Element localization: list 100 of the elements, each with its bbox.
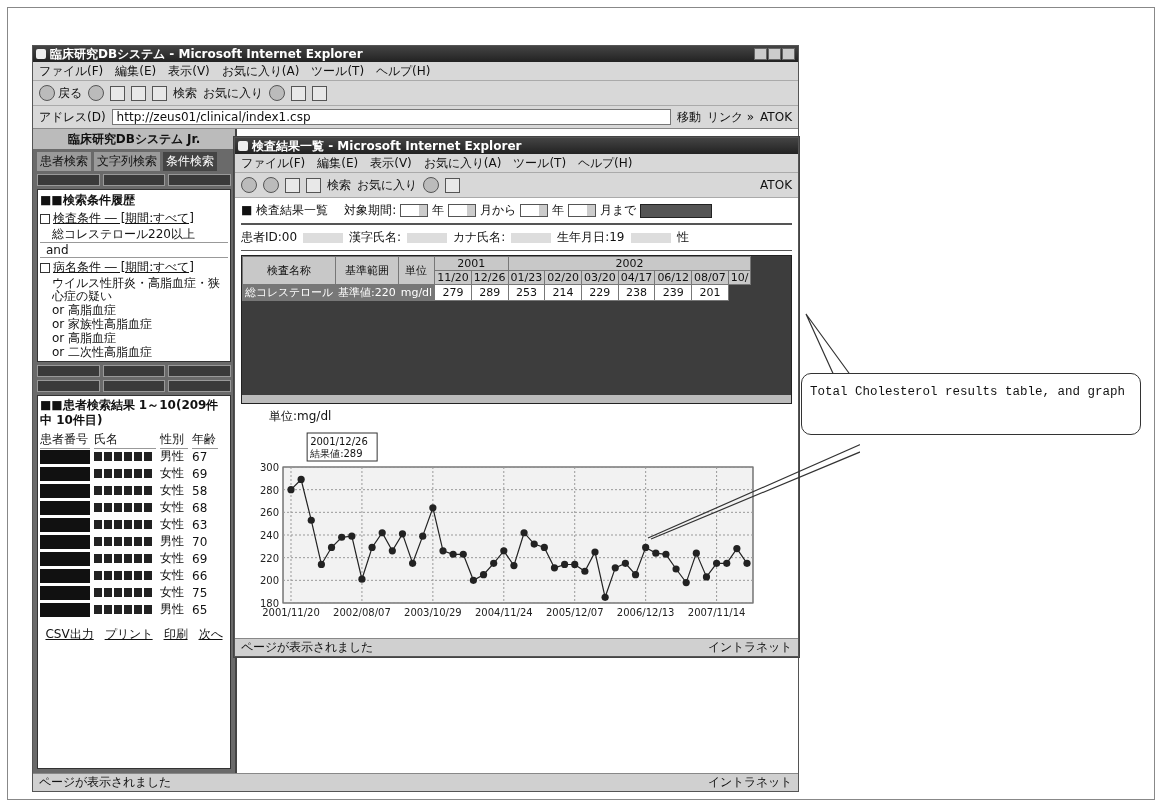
y-tick-label: 240 (259, 530, 279, 541)
table-cell-text: 男性 (160, 533, 185, 550)
menu-item[interactable]: 編集(E) (317, 155, 359, 171)
table-cell-text: 女性 (160, 499, 185, 516)
x-tick-label: 2007/11/14 (687, 607, 746, 618)
table-cell-text: 63 (192, 517, 209, 532)
address-field[interactable]: http://zeus01/clinical/index1.csp (111, 109, 671, 125)
condition-item: or 家族性高脂血症 (51, 318, 154, 331)
menu-item[interactable]: お気に入り(A) (423, 155, 502, 171)
column-header: 患者番号 (40, 431, 90, 449)
table-cell-text: 男性 (160, 448, 185, 465)
x-tick-label: 2006/12/13 (616, 607, 675, 618)
table-cell-text: 女性 (160, 550, 185, 567)
unit-label: 月から (480, 202, 517, 219)
x-tick-label: 2003/10/29 (404, 607, 462, 618)
info-label: 生年月日:19 (557, 229, 625, 246)
y-tick-label: 300 (259, 462, 279, 473)
chart-unit: 単位:mg/dl (268, 408, 333, 425)
table-cell-text: 58 (192, 483, 209, 498)
back-button[interactable]: 戻る (39, 84, 82, 102)
favorites-button[interactable]: お気に入り (357, 176, 417, 194)
table-cell-text: 女性 (160, 516, 185, 533)
menu-item[interactable]: ヘルプ(H) (578, 155, 633, 171)
y-tick-label: 260 (259, 507, 279, 519)
search-button[interactable]: 検索 (173, 84, 197, 102)
x-tick-label: 2002/08/07 (333, 607, 391, 618)
year-header: 2002 (508, 256, 751, 271)
menu-item[interactable]: 編集(E) (115, 63, 157, 79)
panel-header: ■■患者検索結果 1～10(209件中 10件目) (40, 398, 220, 428)
table-cell-text: 69 (192, 551, 209, 566)
table-cell-text: 66 (192, 568, 209, 583)
unit-label: 年 (432, 202, 445, 219)
column-header: 年齢 (192, 431, 218, 449)
status-text: ページが表示されました (241, 639, 373, 656)
link[interactable]: 印刷 (163, 626, 188, 643)
condition-item: or 二次性高脂血症 (51, 346, 154, 359)
menu-item[interactable]: 表示(V) (168, 63, 210, 79)
y-tick-label: 180 (259, 598, 279, 609)
address-label: アドレス(D) (39, 108, 106, 126)
table-cell-text: 65 (192, 602, 209, 617)
status-text: ページが表示されました (39, 774, 171, 791)
condition-item: 総コレステロール220以上 (51, 228, 196, 241)
search-button[interactable]: 検索 (327, 176, 351, 194)
go-button[interactable]: 移動 (676, 108, 701, 126)
info-label: 性 (676, 229, 689, 246)
x-tick-label: 2005/12/07 (545, 607, 604, 618)
condition-item: or 高脂血症 (51, 304, 118, 317)
column-header: 氏名 (94, 431, 156, 449)
zone-label: イントラネット (708, 774, 792, 791)
column-header: 検査名称 (242, 256, 336, 285)
condition-group[interactable]: 病名条件 ― [期間:すべて] (53, 259, 195, 276)
condition-item: or 高脂血症 (51, 332, 118, 345)
x-tick-label: 2001/11/20 (262, 607, 320, 618)
table-cell-text: 男性 (160, 601, 185, 618)
menu-item[interactable]: ファイル(F) (39, 63, 104, 79)
nav-tab[interactable]: 患者検索 (37, 152, 91, 171)
zone-label: イントラネット (708, 639, 792, 656)
column-header: 単位 (398, 256, 435, 285)
y-tick-label: 280 (259, 484, 279, 496)
ime-button[interactable]: ATOK (760, 110, 792, 124)
unit-label: 年 (552, 202, 565, 219)
table-cell-text: 68 (192, 500, 209, 515)
menu-item[interactable]: お気に入り(A) (221, 63, 300, 79)
menu-item[interactable]: ツール(T) (513, 155, 567, 171)
menu-item[interactable]: 表示(V) (370, 155, 412, 171)
info-label: カナ氏名: (453, 229, 506, 246)
y-tick-label: 220 (259, 552, 279, 564)
app-banner: 臨床研究DBシステム Jr. (33, 129, 235, 149)
menu-item[interactable]: ツール(T) (311, 63, 365, 79)
page-heading: ■ 検査結果一覧 (241, 202, 329, 219)
ime-button[interactable]: ATOK (760, 178, 792, 192)
info-label: 漢字氏名: (349, 229, 402, 246)
menu-item[interactable]: ヘルプ(H) (376, 63, 431, 79)
link[interactable]: プリント (104, 626, 153, 643)
table-cell-text: 67 (192, 449, 209, 464)
info-label: 患者ID:00 (241, 229, 298, 246)
table-cell-text: 女性 (160, 465, 185, 482)
tooltip: 2001/12/26 結果値:289 (306, 432, 378, 462)
callout-note: Total Cholesterol results table, and graph (801, 373, 1141, 435)
links-button[interactable]: リンク » (706, 108, 755, 126)
menu-item[interactable]: ファイル(F) (241, 155, 306, 171)
favorites-button[interactable]: お気に入り (203, 84, 263, 102)
table-cell-text: 女性 (160, 584, 185, 601)
condition-group[interactable]: 検査条件 ― [期間:すべて] (53, 210, 195, 227)
period-label: 対象期間: (344, 202, 397, 219)
table-cell-text: 69 (192, 466, 209, 481)
title-text: 検査結果一覧 - Microsoft Internet Explorer (252, 137, 522, 155)
table-cell-text: 女性 (160, 482, 185, 499)
table-cell-text: 女性 (160, 567, 185, 584)
year-header: 2001 (434, 256, 509, 271)
link[interactable]: 次へ (198, 626, 223, 643)
table-cell-text: 70 (192, 534, 209, 549)
title-text: 臨床研究DBシステム - Microsoft Internet Explorer (50, 45, 363, 63)
link[interactable]: CSV出力 (45, 626, 94, 643)
table-cell-text: 75 (192, 585, 209, 600)
condition-operator: and (40, 242, 228, 258)
nav-tab[interactable]: 文字列検索 (94, 152, 160, 171)
unit-label: 月まで (600, 202, 637, 219)
nav-tab[interactable]: 条件検索 (163, 152, 217, 171)
panel-header: ■■検索条件履歴 (40, 192, 136, 209)
